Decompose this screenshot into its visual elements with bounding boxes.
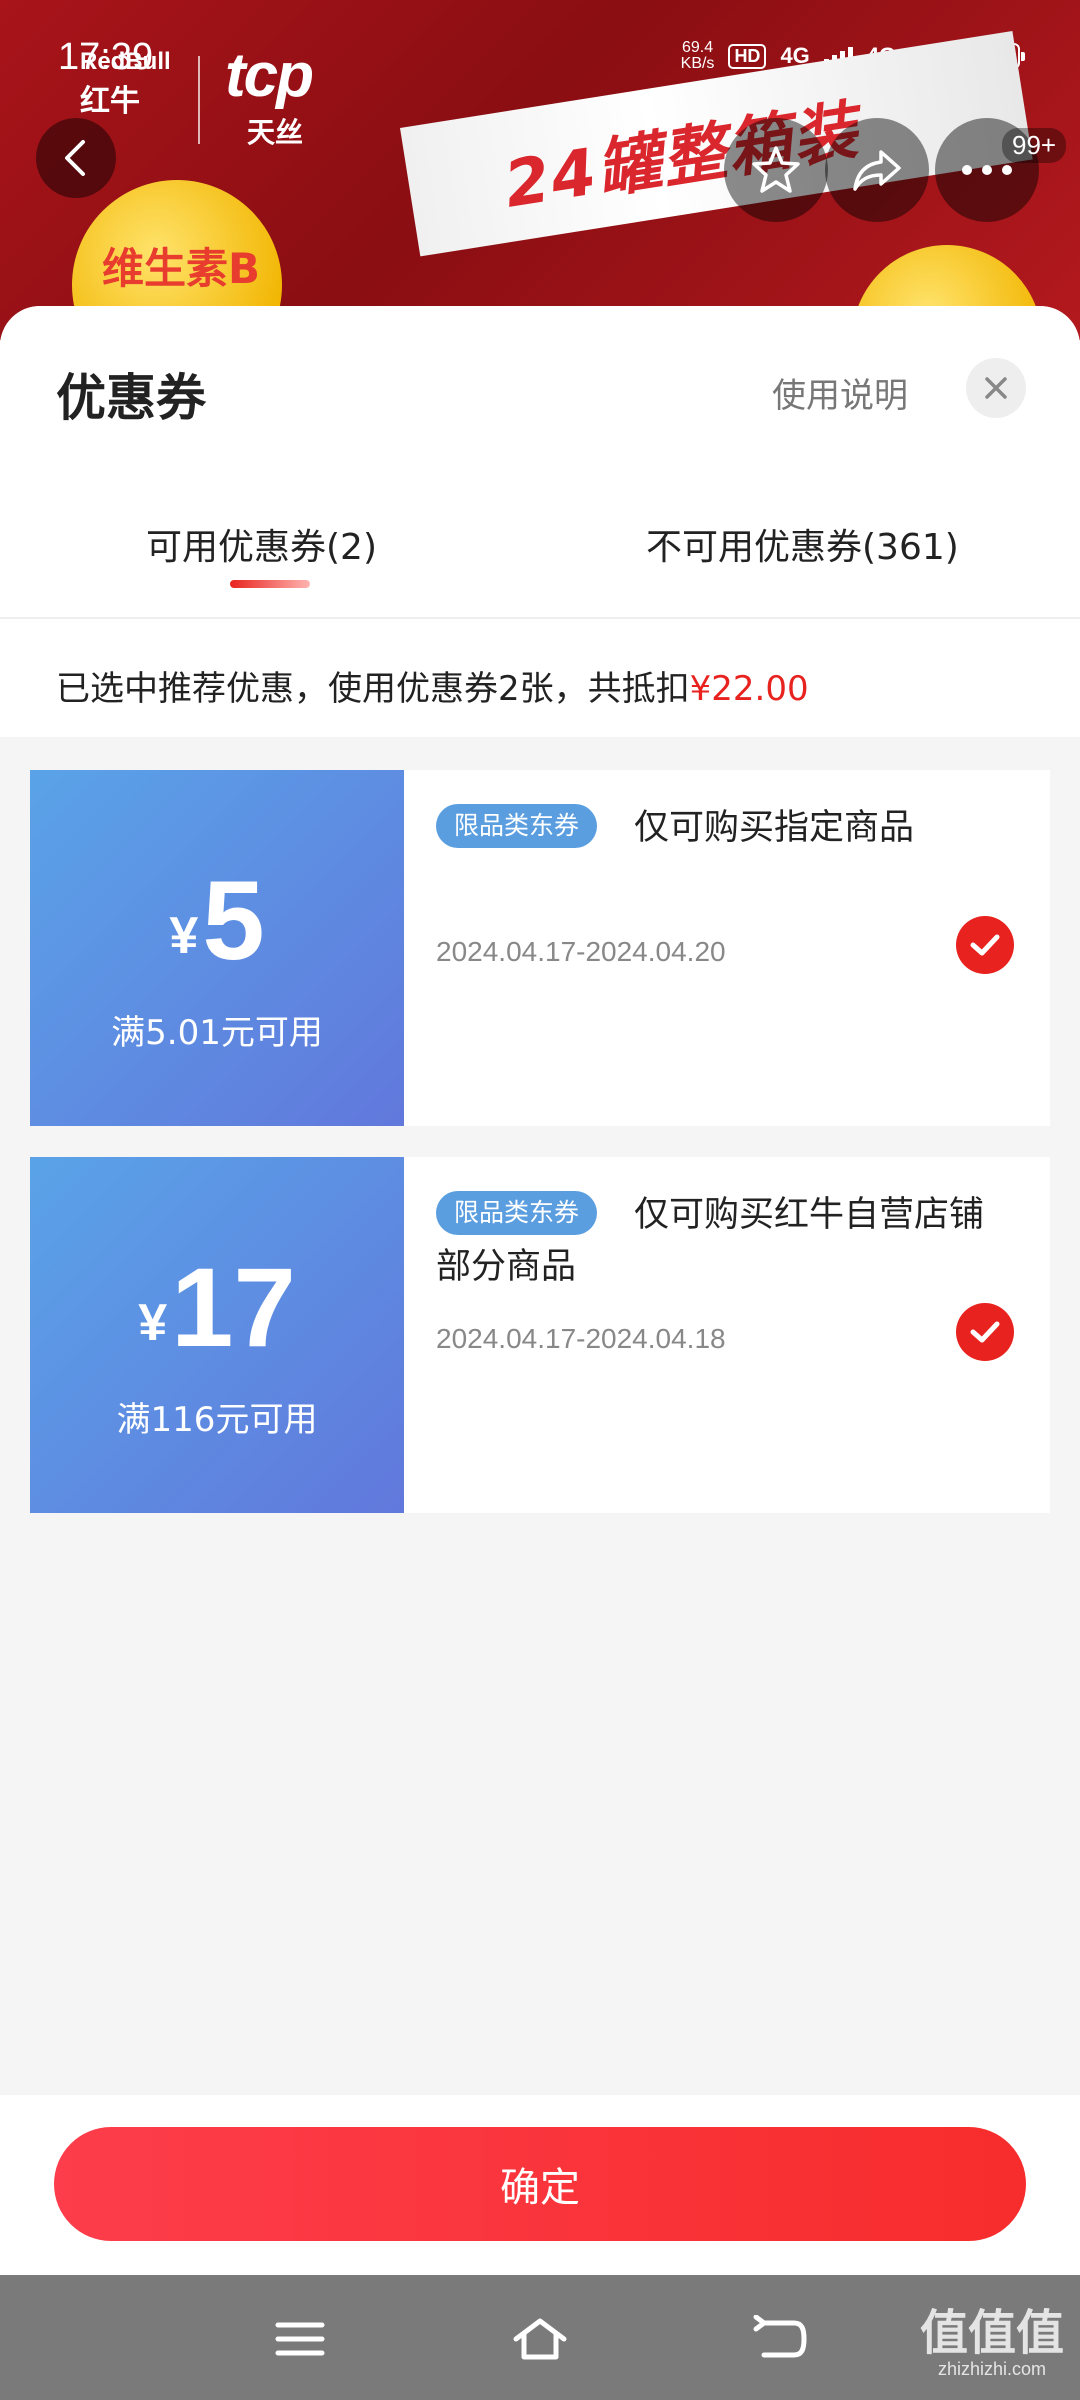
star-icon <box>752 146 800 193</box>
share-button[interactable] <box>825 118 929 222</box>
summary-amount: ¥22.00 <box>689 669 809 709</box>
checkmark-icon <box>970 934 1000 956</box>
summary-text: 已选中推荐优惠，使用优惠券2张，共抵扣¥22.00 <box>56 669 809 709</box>
checkmark-icon <box>970 1321 1000 1343</box>
tcp-logo: tcp 天丝 <box>225 41 314 148</box>
bottom-action-bar: 确定 <box>0 2095 1080 2275</box>
selection-summary: 已选中推荐优惠，使用优惠券2张，共抵扣¥22.00 <box>0 619 1080 737</box>
more-dots-icon <box>962 165 1012 175</box>
confirm-button[interactable]: 确定 <box>54 2127 1026 2241</box>
coupon-validity: 2024.04.17-2024.04.18 <box>436 1323 726 1354</box>
chevron-left-icon <box>65 140 85 176</box>
coupon-amount: ¥17 <box>138 1245 296 1370</box>
coupon-description: 仅可购买红牛自营店铺部分商品 <box>436 1195 985 1287</box>
share-icon <box>853 150 901 191</box>
message-count-badge: 99+ <box>1002 128 1067 163</box>
hd-icon: HD <box>728 43 767 69</box>
redbull-logo: RedBull 红牛 <box>80 48 171 118</box>
close-icon <box>985 377 1007 399</box>
coupon-threshold: 满5.01元可用 <box>111 1013 323 1053</box>
coupon-description: 仅可购买指定商品 <box>634 808 915 848</box>
coupon-category-tag: 限品类东券 <box>436 804 598 848</box>
menu-icon[interactable] <box>270 2315 330 2363</box>
close-button[interactable] <box>966 358 1026 418</box>
sheet-header: 优惠券 使用说明 可用优惠券(2) 不可用优惠券(361) <box>0 306 1080 619</box>
coupon-threshold: 满116元可用 <box>116 1400 318 1440</box>
coupon-select-toggle[interactable] <box>956 1303 1014 1361</box>
coupon-select-toggle[interactable] <box>956 916 1014 974</box>
product-banner: 17:39 69.4 KB/s HD 4G 4G+ RedBull 红牛 tcp… <box>0 0 1080 340</box>
coupon-sheet: 优惠券 使用说明 可用优惠券(2) 不可用优惠券(361) 已选中推荐优惠，使用… <box>0 306 1080 2096</box>
coupon-value-panel: ¥17 满116元可用 <box>24 1157 404 1513</box>
usage-instructions-link[interactable]: 使用说明 <box>772 368 908 417</box>
favorite-button[interactable] <box>724 118 828 222</box>
sheet-title: 优惠券 <box>56 369 206 427</box>
coupon-amount: ¥5 <box>169 858 265 983</box>
system-nav-bar: 值值值 zhizhizhi.com <box>0 2275 1080 2400</box>
coupon-card[interactable]: ¥17 满116元可用 限品类东券 仅可购买红牛自营店铺部分商品 2024.04… <box>24 1157 1050 1513</box>
coupon-validity: 2024.04.17-2024.04.20 <box>436 936 726 967</box>
coupon-card[interactable]: ¥5 满5.01元可用 限品类东券 仅可购买指定商品 2024.04.17-20… <box>24 770 1050 1126</box>
tab-unavailable-coupons[interactable]: 不可用优惠券(361) <box>646 518 959 570</box>
active-tab-indicator <box>230 580 310 588</box>
coupon-value-panel: ¥5 满5.01元可用 <box>24 770 404 1126</box>
net-speed: 69.4 KB/s <box>680 39 715 72</box>
brand-divider <box>198 56 200 144</box>
tab-available-coupons[interactable]: 可用优惠券(2) <box>146 518 377 570</box>
home-icon[interactable] <box>510 2315 570 2363</box>
back-button[interactable] <box>36 118 116 198</box>
back-nav-icon[interactable] <box>750 2315 810 2363</box>
watermark: 值值值 zhizhizhi.com <box>919 2307 1064 2379</box>
